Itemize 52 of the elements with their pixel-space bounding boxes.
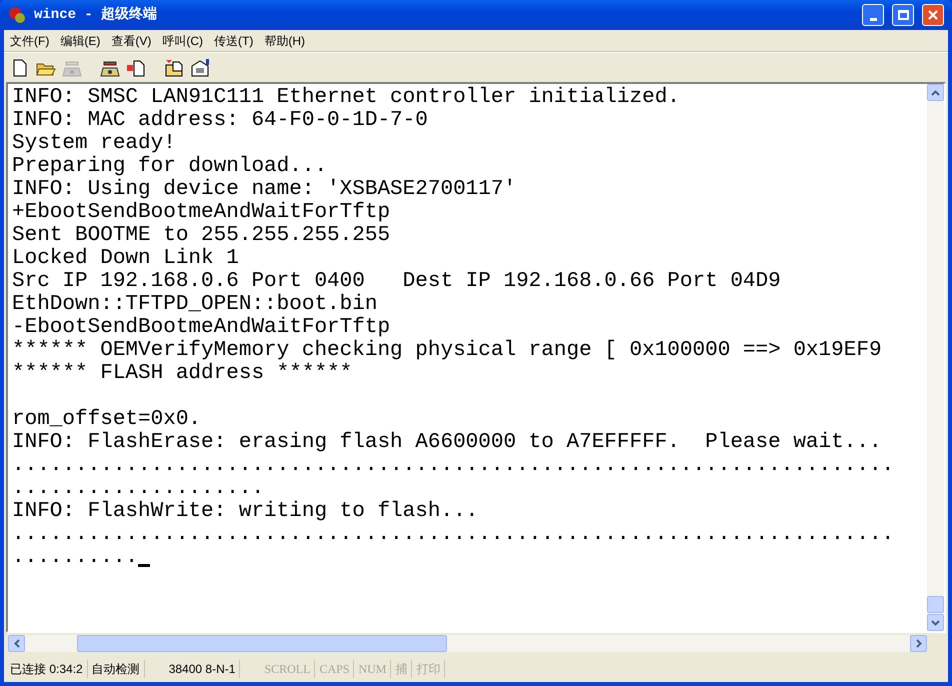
terminal-screen[interactable] bbox=[8, 84, 927, 631]
terminal-line: INFO: FlashWrite: writing to flash... bbox=[12, 500, 478, 523]
scroll-down-button[interactable] bbox=[927, 614, 944, 631]
vertical-scrollbar[interactable] bbox=[927, 84, 944, 631]
terminal-line: ****** FLASH address ****** bbox=[12, 362, 352, 385]
menu-item[interactable]: 编辑(E) bbox=[56, 32, 104, 50]
status-field: CAPS bbox=[315, 660, 354, 678]
terminal-line: Locked Down Link 1 bbox=[12, 247, 239, 270]
menu-item[interactable]: 查看(V) bbox=[107, 32, 156, 50]
scroll-thumb[interactable] bbox=[77, 635, 447, 652]
status-field: 38400 8-N-1 bbox=[164, 660, 240, 678]
app-icon bbox=[8, 6, 26, 24]
status-field: SCROLL bbox=[260, 660, 316, 678]
status-field: 打印 bbox=[412, 660, 446, 678]
status-field: NUM bbox=[354, 660, 392, 678]
menu-item[interactable]: 传送(T) bbox=[210, 32, 258, 50]
terminal-line: Sent BOOTME to 255.255.255.255 bbox=[12, 224, 390, 247]
menu-item[interactable]: 文件(F) bbox=[6, 32, 54, 50]
send-file-icon[interactable] bbox=[126, 58, 146, 76]
receive-file-icon[interactable] bbox=[164, 58, 184, 76]
terminal-line: ...................................................................... bbox=[12, 523, 894, 546]
terminal-line: Src IP 192.168.0.6 Port 0400 Dest IP 192.168.0.66 Port 04D9 bbox=[12, 270, 781, 293]
status-field: 自动检测 bbox=[88, 660, 145, 678]
terminal-line: Preparing for download... bbox=[12, 155, 328, 178]
terminal-line: ****** OEMVerifyMemory checking physical range [ 0x100000 ==> 0x19EF9 bbox=[12, 339, 882, 362]
status-field: 捕 bbox=[391, 660, 412, 678]
terminal-line: INFO: SMSC LAN91C111 Ethernet controller initialized. bbox=[12, 86, 680, 109]
close-icon bbox=[927, 9, 939, 21]
terminal-line: INFO: MAC address: 64-F0-0-1D-7-0 bbox=[12, 109, 428, 132]
terminal-line: System ready! bbox=[12, 132, 176, 155]
menu-item[interactable]: 呼叫(C) bbox=[158, 32, 207, 50]
close-button[interactable] bbox=[922, 4, 944, 26]
maximize-button[interactable] bbox=[892, 4, 914, 26]
horizontal-scrollbar[interactable] bbox=[8, 635, 927, 652]
terminal-line: INFO: FlashErase: erasing flash A6600000 to A7EFFFFF. Please wait... bbox=[12, 431, 882, 454]
terminal-line: +EbootSendBootmeAndWaitForTftp bbox=[12, 201, 390, 224]
terminal-line: EthDown::TFTPD_OPEN::boot.bin bbox=[12, 293, 378, 316]
scroll-right-button[interactable] bbox=[910, 635, 927, 652]
terminal-line: -EbootSendBootmeAndWaitForTftp bbox=[12, 316, 390, 339]
terminal-line: .................... bbox=[12, 477, 264, 500]
scroll-thumb[interactable] bbox=[927, 596, 944, 613]
minimize-button[interactable] bbox=[862, 4, 884, 26]
terminal-line: ...................................................................... bbox=[12, 454, 894, 477]
terminal-line: INFO: Using device name: 'XSBASE2700117' bbox=[12, 178, 516, 201]
scroll-up-button[interactable] bbox=[927, 84, 944, 101]
window-title: wince - 超级终端 bbox=[34, 5, 158, 24]
scroll-left-button[interactable] bbox=[8, 635, 25, 652]
status-field: 已连接 0:34:2 bbox=[6, 660, 88, 678]
telephone-icon[interactable] bbox=[100, 58, 120, 76]
terminal-line: .......... bbox=[12, 546, 138, 569]
menu-item[interactable]: 帮助(H) bbox=[260, 32, 309, 50]
terminal-line: rom_offset=0x0. bbox=[12, 408, 202, 431]
